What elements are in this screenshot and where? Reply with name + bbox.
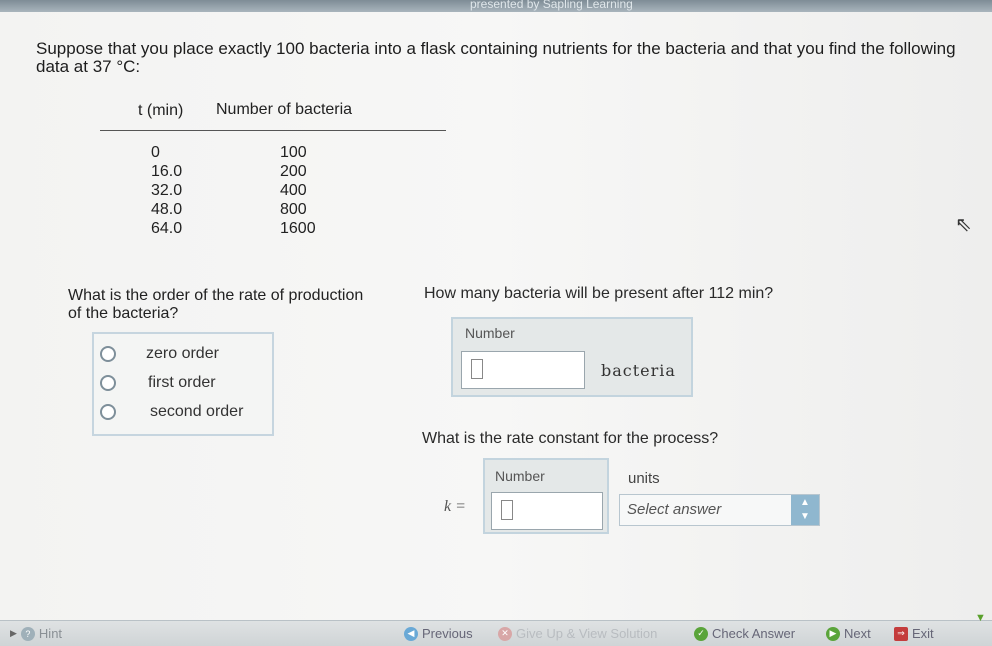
check-answer-button[interactable]: ✓ Check Answer — [694, 626, 795, 641]
hint-button[interactable]: ▶ ? Hint — [10, 626, 62, 641]
check-answer-label: Check Answer — [712, 626, 796, 641]
next-label: Next — [844, 626, 871, 641]
table-cell: 1600 — [280, 220, 316, 237]
order-question: What is the order of the rate of product… — [68, 287, 364, 322]
text-cursor-box — [501, 500, 513, 520]
question-text: Suppose that you place exactly 100 bacte… — [36, 39, 956, 76]
exit-button[interactable]: ⇒ Exit — [894, 626, 934, 641]
give-up-label: Give Up & View Solution — [516, 626, 658, 641]
give-up-button[interactable]: ✕ Give Up & View Solution — [498, 626, 657, 641]
table-cell: 800 — [280, 201, 307, 218]
updown-arrow-icon[interactable]: ▲ ▼ — [791, 495, 819, 525]
option-second-order[interactable]: second order — [100, 400, 243, 424]
order-choices: zero order first order second order — [92, 332, 274, 436]
previous-button[interactable]: ◀ Previous — [404, 626, 473, 641]
hint-label: Hint — [38, 626, 63, 641]
scroll-down-arrow-icon[interactable]: ▼ — [975, 612, 986, 624]
k-label: k = — [444, 498, 466, 515]
bacteria-count-question: How many bacteria will be present after … — [424, 285, 774, 302]
rate-constant-answer-box: Number — [483, 458, 609, 534]
time-column: 0 16.0 32.0 48.0 64.0 — [151, 143, 182, 238]
units-select[interactable]: Select answer ▲ ▼ — [619, 494, 820, 526]
number-label: Number — [495, 468, 545, 484]
option-label: second order — [150, 403, 244, 420]
bacteria-unit-label: bacteria — [601, 361, 676, 380]
previous-label: Previous — [422, 626, 473, 641]
table-cell: 100 — [280, 144, 307, 161]
option-label: first order — [148, 374, 216, 391]
mouse-cursor-icon: ⇖ — [955, 214, 972, 236]
lightbulb-icon: ? — [20, 626, 35, 641]
units-select-value: Select answer — [627, 501, 722, 518]
rate-constant-question: What is the rate constant for the proces… — [422, 430, 719, 447]
table-cell: 400 — [280, 182, 307, 199]
column-header-bacteria: Number of bacteria — [216, 101, 353, 118]
next-button[interactable]: ▶ Next — [826, 626, 871, 641]
option-zero-order[interactable]: zero order — [100, 342, 219, 366]
give-up-icon: ✕ — [498, 626, 512, 641]
table-cell: 200 — [280, 163, 307, 180]
exit-label: Exit — [912, 626, 934, 641]
table-cell: 32.0 — [151, 182, 183, 199]
question-panel: Suppose that you place exactly 100 bacte… — [0, 12, 992, 620]
top-bar: presented by Sapling Learning — [0, 0, 992, 12]
exit-door-icon: ⇒ — [894, 626, 908, 641]
brand-text: presented by Sapling Learning — [470, 0, 633, 11]
radio-button[interactable] — [100, 404, 116, 420]
previous-arrow-icon: ◀ — [404, 626, 418, 641]
option-label: zero order — [146, 345, 219, 362]
column-header-time: t (min) — [138, 102, 184, 119]
table-cell: 48.0 — [151, 201, 183, 218]
units-label: units — [628, 470, 660, 487]
option-first-order[interactable]: first order — [100, 371, 216, 395]
expand-triangle-icon: ▶ — [10, 628, 17, 638]
radio-button[interactable] — [100, 346, 116, 362]
bacteria-column: 100 200 400 800 1600 — [280, 143, 316, 238]
table-cell: 16.0 — [151, 163, 183, 180]
checkmark-icon: ✓ — [694, 626, 708, 641]
next-arrow-icon: ▶ — [826, 626, 840, 641]
table-cell: 0 — [151, 144, 160, 161]
number-label: Number — [465, 325, 515, 341]
bacteria-count-answer-box: Number bacteria — [451, 317, 693, 397]
table-cell: 64.0 — [151, 220, 183, 237]
text-cursor-box — [471, 359, 483, 379]
radio-button[interactable] — [100, 375, 116, 391]
footer-toolbar: ▶ ? Hint ◀ Previous ✕ Give Up & View Sol… — [0, 620, 992, 646]
table-header: t (min) Number of bacteria — [100, 100, 446, 131]
